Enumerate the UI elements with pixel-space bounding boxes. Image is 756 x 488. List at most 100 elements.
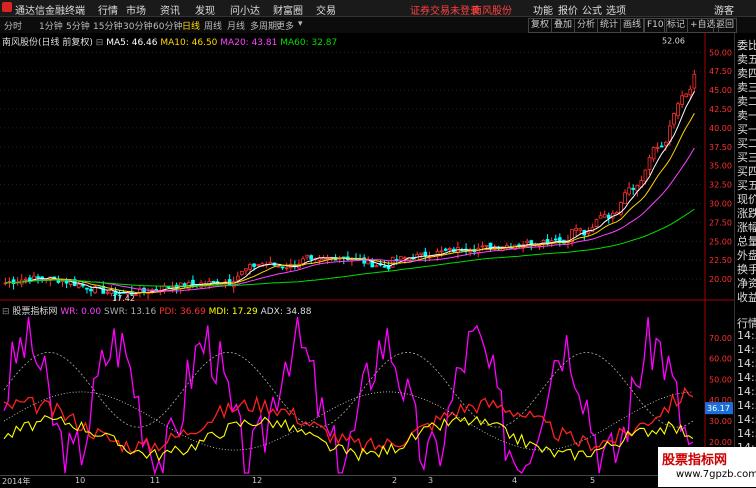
menu-bar: 通达信金融终端 行情 市场 资讯 发现 问小达 财富圈 交易 证券交易未登录 南… <box>0 0 756 17</box>
side-panel-item: 14:50 <box>737 413 756 426</box>
candle-body <box>284 267 289 270</box>
menu-discover[interactable]: 发现 <box>195 2 215 17</box>
date-label: 2 <box>392 476 398 485</box>
stock-badge[interactable]: 南风股份 <box>472 2 512 17</box>
period-toolbar: 分时 1分钟 5分钟 15分钟 30分钟 60分钟 日线 周线 月线 多周期 更… <box>0 17 756 34</box>
app-logo-icon <box>2 2 12 12</box>
candle-body <box>439 250 444 253</box>
candle-body <box>248 264 252 270</box>
wr-label: WR: 0.00 <box>60 307 102 317</box>
period-tab[interactable]: 5分钟 <box>66 19 90 32</box>
period-tab[interactable]: 分时 <box>4 19 22 32</box>
candle-body <box>676 103 680 117</box>
high-price-label: 52.06 <box>662 36 685 45</box>
adx-label: ADX: 34.88 <box>260 307 312 317</box>
side-panel-item: 14:50 <box>737 329 756 342</box>
trade-login-notice[interactable]: 证券交易未登录 <box>410 2 480 17</box>
candle-body <box>659 145 664 148</box>
candle-body <box>480 245 485 248</box>
swr-label: SWR: 13.16 <box>104 307 157 317</box>
candle-body <box>594 219 599 228</box>
candle-body <box>36 276 40 279</box>
period-tab[interactable]: 多周期 <box>250 19 277 32</box>
current-value-label: 36.17 <box>707 404 730 413</box>
period-tab[interactable]: 周线 <box>204 19 222 32</box>
candle-body <box>419 252 424 255</box>
menu-news[interactable]: 资讯 <box>160 2 180 17</box>
adjust-button[interactable]: 复权 <box>528 18 553 33</box>
menu-formula[interactable]: 公式 <box>582 2 602 17</box>
ma20-label: MA20: 43.81 <box>220 38 278 48</box>
candle-body <box>602 213 607 218</box>
period-tab[interactable]: 15分钟 <box>93 19 122 32</box>
draw-line-button[interactable]: 画线 <box>620 18 645 33</box>
candle-body <box>684 93 689 98</box>
candle-body <box>647 156 652 170</box>
menu-functions[interactable]: 功能 <box>533 2 553 17</box>
y-tick-label: 27.50 <box>709 218 732 227</box>
collapse-icon[interactable]: ⊟ <box>96 38 104 48</box>
side-panel-item: 收益 <box>737 291 756 304</box>
y-tick-label: 35.00 <box>709 162 732 171</box>
candle-body <box>643 169 648 182</box>
indicator-y-tick-label: 70.00 <box>709 334 732 343</box>
menu-options[interactable]: 选项 <box>606 2 626 17</box>
period-tab[interactable]: 1分钟 <box>39 19 63 32</box>
y-tick-label: 40.00 <box>709 124 732 133</box>
user-guest[interactable]: 游客 <box>714 2 734 17</box>
period-tab[interactable]: 月线 <box>227 19 245 32</box>
candle-body <box>655 146 660 149</box>
candle-body <box>680 95 684 105</box>
back-button[interactable]: 返回 <box>713 18 738 33</box>
side-panel-item: 14:50 <box>737 385 756 398</box>
candle-body <box>447 248 452 251</box>
period-tab[interactable]: 30分钟 <box>123 19 152 32</box>
side-panel-item: 14:50 <box>737 427 756 440</box>
candle-body <box>305 254 309 258</box>
menu-market[interactable]: 市场 <box>126 2 146 17</box>
y-tick-label: 32.50 <box>709 181 732 190</box>
period-tab-active[interactable]: 日线 <box>182 19 200 32</box>
candle-body <box>235 275 240 281</box>
watermark-title: 股票指标网 <box>662 453 728 468</box>
candle-body <box>374 265 379 268</box>
candle-body <box>256 264 260 267</box>
chevron-down-icon[interactable]: ▾ <box>298 19 303 29</box>
candle-body <box>382 265 387 268</box>
candle-body <box>627 187 631 195</box>
candle-body <box>545 239 550 244</box>
candle-body <box>598 215 603 219</box>
candle-body <box>525 240 530 244</box>
menu-wealth-circle[interactable]: 财富圈 <box>273 2 303 17</box>
menu-ask[interactable]: 问小达 <box>230 2 260 17</box>
date-label: 4 <box>512 476 518 485</box>
mdi-label: MDI: 17.29 <box>208 307 258 317</box>
overlay-button[interactable]: 叠加 <box>551 18 576 33</box>
kline-chart[interactable]: 50.00 47.50 45.00 42.50 40.00 37.50 35.00 32.50… <box>0 33 734 475</box>
pdi-label: PDI: 36.69 <box>159 307 206 317</box>
y-tick-label: 47.50 <box>709 67 732 76</box>
candle-body <box>399 256 403 260</box>
menu-market-quotes[interactable]: 行情 <box>98 2 118 17</box>
candle-body <box>240 270 244 275</box>
statistics-button[interactable]: 统计 <box>597 18 622 33</box>
menu-trade[interactable]: 交易 <box>316 2 336 17</box>
period-tab[interactable]: 60分钟 <box>153 19 182 32</box>
side-panel-item: 14:50 <box>737 357 756 370</box>
analysis-button[interactable]: 分析 <box>574 18 599 33</box>
y-tick-label: 25.00 <box>709 237 732 246</box>
app-title: 通达信金融终端 <box>15 6 85 17</box>
ma10-label: MA10: 46.50 <box>160 38 218 48</box>
candle-body <box>688 88 693 96</box>
menu-quote[interactable]: 报价 <box>558 2 578 17</box>
candle-body <box>586 231 591 235</box>
date-axis: 2014年 10 11 12 2 3 4 5 6 <box>0 475 734 488</box>
candle-body <box>252 263 256 267</box>
main-chart-header: 南风股份(日线 前复权) ⊟ MA5: 46.46 MA10: 46.50 MA… <box>2 35 337 48</box>
collapse-icon[interactable]: ⊟ <box>2 307 10 317</box>
candle-body <box>390 256 395 268</box>
candle-body <box>105 291 110 294</box>
period-tab-more[interactable]: 更多 <box>276 19 294 32</box>
candle-body <box>301 258 305 265</box>
mark-button[interactable]: 标记 <box>664 18 689 33</box>
